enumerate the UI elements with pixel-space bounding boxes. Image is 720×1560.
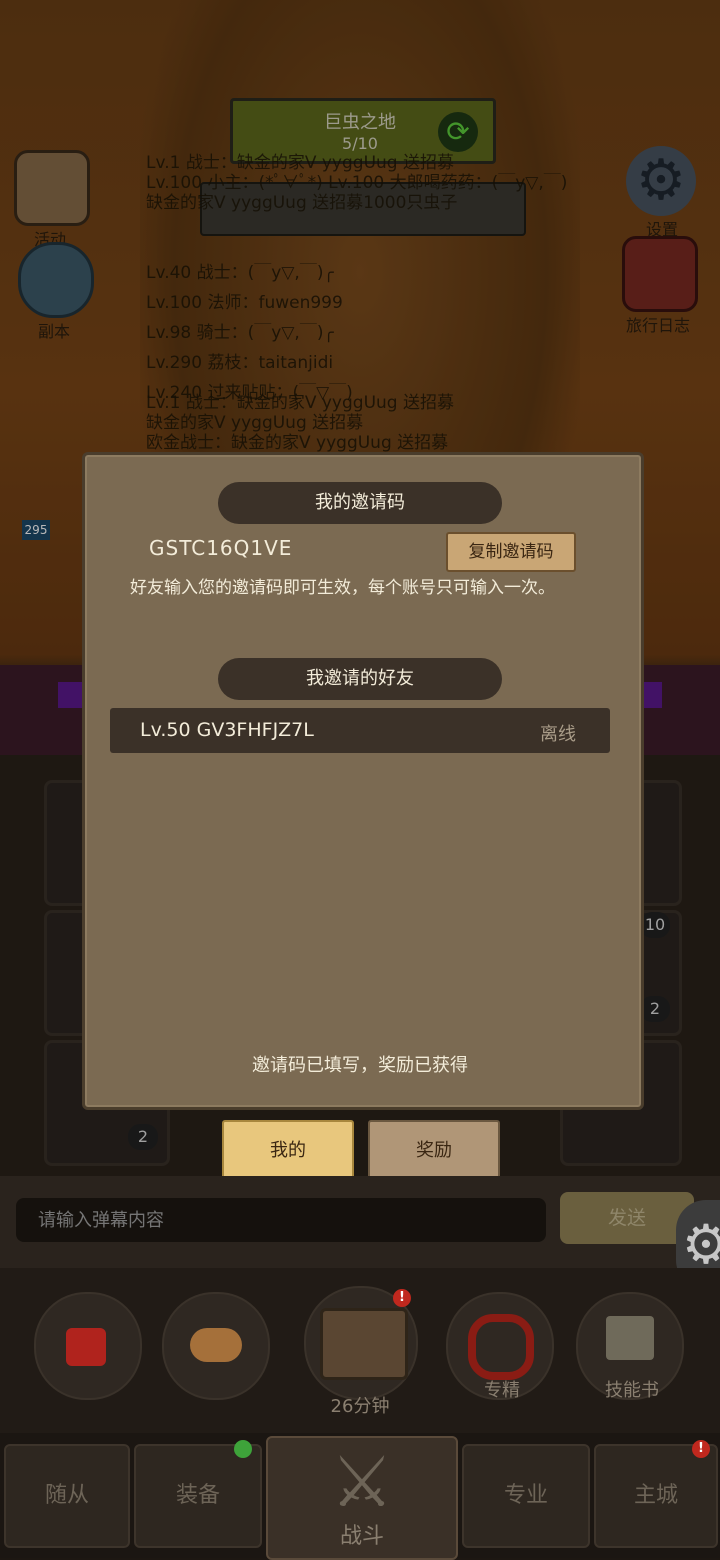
nav-battle-label: 战斗 bbox=[339, 1524, 384, 1549]
invite-code: GSTC16Q1VE bbox=[149, 536, 293, 560]
skillbook-label: 技能书 bbox=[605, 1380, 659, 1401]
danmaku-input[interactable] bbox=[16, 1198, 546, 1242]
bread-icon bbox=[190, 1328, 242, 1362]
skillbook-icon bbox=[606, 1316, 654, 1360]
nav-main-city[interactable]: 主城 bbox=[594, 1444, 718, 1548]
nav-specialty[interactable]: 专业 bbox=[462, 1444, 590, 1548]
crossed-swords-icon: ⚔ bbox=[330, 1441, 394, 1523]
chest-timer: 26分钟 bbox=[330, 1396, 390, 1417]
bread-button[interactable] bbox=[162, 1292, 270, 1400]
chest-icon bbox=[320, 1308, 408, 1380]
invited-friends-header: 我邀请的好友 bbox=[218, 658, 502, 700]
invite-status-message: 邀请码已填写，奖励已获得 bbox=[252, 1055, 468, 1076]
nav-equipment[interactable]: 装备 bbox=[134, 1444, 262, 1548]
refine-label: 专精 bbox=[484, 1380, 520, 1401]
tab-reward[interactable]: 奖励 bbox=[368, 1120, 500, 1182]
equipment-notify-dot bbox=[234, 1440, 252, 1458]
friend-status: 离线 bbox=[540, 724, 576, 745]
main-city-alert-badge: ! bbox=[692, 1440, 710, 1458]
invite-hint-text: 好友输入您的邀请码即可生效，每个账号只可输入一次。 bbox=[130, 578, 555, 598]
copy-invite-code-button[interactable]: 复制邀请码 bbox=[446, 532, 576, 572]
chest-alert-badge: ! bbox=[393, 1289, 411, 1307]
potion-icon bbox=[66, 1328, 106, 1366]
send-button[interactable]: 发送 bbox=[560, 1192, 694, 1244]
potion-button[interactable] bbox=[34, 1292, 142, 1400]
my-invite-code-header: 我的邀请码 bbox=[218, 482, 502, 524]
nav-followers[interactable]: 随从 bbox=[4, 1444, 130, 1548]
tab-mine[interactable]: 我的 bbox=[222, 1120, 354, 1182]
nav-battle[interactable]: ⚔ 战斗 bbox=[266, 1436, 458, 1560]
refine-icon bbox=[468, 1314, 534, 1380]
friend-name: Lv.50 GV3FHFJZ7L bbox=[140, 719, 314, 741]
